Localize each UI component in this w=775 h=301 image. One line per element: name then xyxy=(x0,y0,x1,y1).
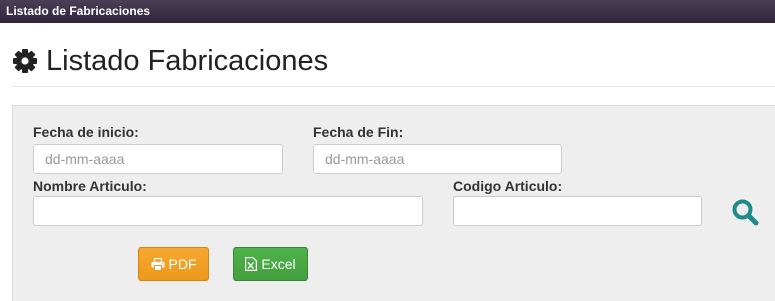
fecha-inicio-label: Fecha de inicio: xyxy=(33,124,139,140)
codigo-articulo-label: Codigo Articulo: xyxy=(453,178,563,194)
window-title: Listado de Fabricaciones xyxy=(6,4,151,18)
fecha-fin-input[interactable] xyxy=(313,144,562,174)
search-button[interactable] xyxy=(730,197,760,227)
page-header: Listado Fabricaciones xyxy=(12,40,328,82)
codigo-articulo-input[interactable] xyxy=(453,196,702,226)
header-divider xyxy=(12,86,775,87)
excel-button[interactable]: Excel xyxy=(233,247,308,281)
window-titlebar: Listado de Fabricaciones xyxy=(0,0,775,23)
gear-icon xyxy=(13,49,37,73)
fecha-fin-label: Fecha de Fin: xyxy=(313,124,404,140)
fecha-inicio-input[interactable] xyxy=(33,144,283,174)
excel-button-label: Excel xyxy=(261,256,296,272)
search-icon xyxy=(732,199,759,226)
nombre-articulo-label: Nombre Articulo: xyxy=(33,178,147,194)
pdf-button-label: PDF xyxy=(168,256,197,272)
excel-file-icon xyxy=(245,257,258,271)
page-title: Listado Fabricaciones xyxy=(46,44,329,77)
nombre-articulo-input[interactable] xyxy=(33,196,423,226)
printer-icon xyxy=(151,257,164,271)
pdf-button[interactable]: PDF xyxy=(138,247,209,281)
